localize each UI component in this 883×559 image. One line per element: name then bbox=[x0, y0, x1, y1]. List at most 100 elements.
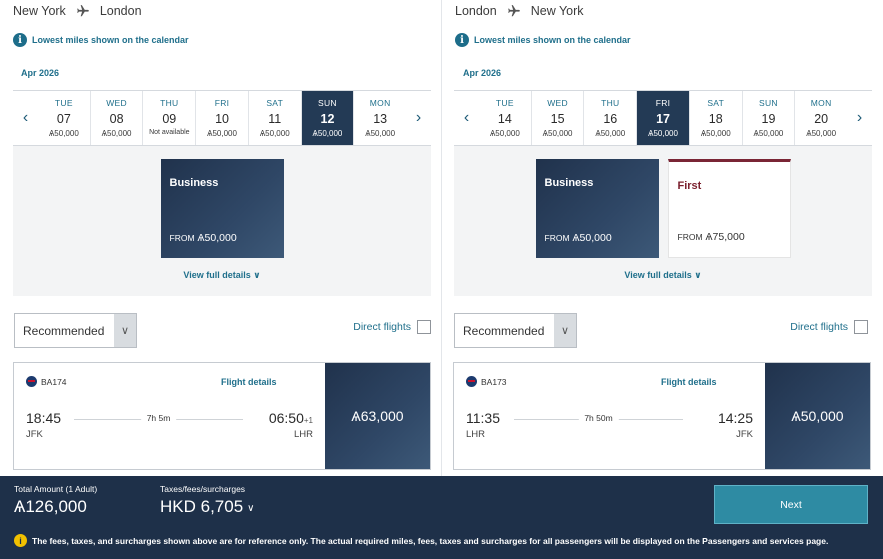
day-number: 11 bbox=[268, 112, 282, 126]
calendar-info-text: Lowest miles shown on the calendar bbox=[474, 35, 631, 45]
day-of-week: MON bbox=[810, 98, 832, 108]
calendar-month: Apr 2026 bbox=[21, 68, 60, 78]
direct-flights-filter[interactable]: Direct flights bbox=[790, 320, 868, 334]
arrival-time-value: 14:25 bbox=[717, 410, 753, 426]
day-number: 19 bbox=[761, 112, 776, 126]
sort-select[interactable]: Recommended ∨ bbox=[454, 313, 577, 348]
flight-details-link[interactable]: Flight details bbox=[221, 377, 277, 387]
fare-from: FROM Ѧ75,000 bbox=[678, 231, 745, 243]
route-header: London New York bbox=[455, 4, 584, 18]
day-number: 17 bbox=[656, 112, 670, 126]
calendar-day[interactable]: TUE 07 Ѧ50,000 bbox=[38, 91, 90, 145]
calendar-day-selected[interactable]: SUN 12 Ѧ50,000 bbox=[300, 91, 354, 145]
flight-price[interactable]: Ѧ63,000 bbox=[325, 363, 430, 469]
chevron-down-icon[interactable]: ∨ bbox=[247, 503, 254, 514]
fare-options: Business FROM Ѧ50,000 View full details ∨ bbox=[13, 146, 431, 296]
flight-result[interactable]: BA174 Flight details 18:45 JFK 7h 5m 06:… bbox=[13, 362, 431, 470]
day-of-week: SAT bbox=[266, 98, 284, 108]
departure-airport: JFK bbox=[26, 429, 43, 440]
day-number: 09 bbox=[162, 112, 177, 126]
calendar-day-selected[interactable]: FRI 17 Ѧ50,000 bbox=[636, 91, 689, 145]
chevron-down-icon[interactable]: ∨ bbox=[554, 314, 576, 347]
calendar-day[interactable]: SUN 19 Ѧ50,000 bbox=[741, 91, 795, 145]
day-number: 18 bbox=[708, 112, 723, 126]
calendar-day[interactable]: THU 16 Ѧ50,000 bbox=[583, 91, 636, 145]
flight-duration-line: 7h 50m bbox=[514, 413, 683, 423]
day-miles: Ѧ50,000 bbox=[489, 129, 520, 138]
fare-price: Ѧ50,000 bbox=[197, 232, 237, 244]
taxes-value[interactable]: HKD 6,705 ∨ bbox=[160, 497, 255, 517]
date-calendar: ‹ TUE 14 Ѧ50,000 WED 15 Ѧ50,000 THU 16 Ѧ50,000… bbox=[454, 90, 872, 146]
departure-time: 11:35 bbox=[466, 410, 500, 426]
day-number: 16 bbox=[603, 112, 618, 126]
plane-icon bbox=[507, 5, 520, 17]
calendar-day[interactable]: SAT 18 Ѧ50,000 bbox=[688, 91, 742, 145]
warning-icon: i bbox=[14, 534, 27, 547]
direct-flights-checkbox[interactable] bbox=[854, 320, 868, 334]
chevron-left-icon[interactable]: ‹ bbox=[13, 91, 38, 145]
route-destination: New York bbox=[530, 4, 584, 18]
day-number: 12 bbox=[320, 112, 335, 126]
day-of-week: TUE bbox=[495, 98, 514, 108]
calendar-day[interactable]: MON 20 Ѧ50,000 bbox=[794, 91, 847, 145]
direct-flights-checkbox[interactable] bbox=[417, 320, 431, 334]
sort-select[interactable]: Recommended ∨ bbox=[14, 313, 137, 348]
day-miles: Ѧ50,000 bbox=[101, 129, 132, 138]
flight-result[interactable]: BA173 Flight details 11:35 LHR 7h 50m 14… bbox=[453, 362, 871, 470]
calendar-day[interactable]: WED 08 Ѧ50,000 bbox=[89, 91, 143, 145]
date-calendar: ‹ TUE 07 Ѧ50,000 WED 08 Ѧ50,000 THU 09 Not ava… bbox=[13, 90, 431, 146]
chevron-left-icon[interactable]: ‹ bbox=[454, 91, 479, 145]
chevron-down-icon: ∨ bbox=[253, 270, 261, 280]
day-of-week: MON bbox=[369, 98, 391, 108]
chevron-right-icon[interactable]: › bbox=[847, 91, 872, 145]
route-destination: London bbox=[99, 4, 142, 18]
view-full-details-link[interactable]: View full details ∨ bbox=[13, 270, 431, 281]
taxes-label: Taxes/fees/surcharges bbox=[160, 484, 246, 494]
fare-options: Business FROM Ѧ50,000 First FROM Ѧ75,000 V… bbox=[454, 146, 872, 296]
chevron-down-icon: ∨ bbox=[694, 270, 702, 280]
chevron-down-icon[interactable]: ∨ bbox=[114, 314, 136, 347]
day-of-week: FRI bbox=[214, 98, 230, 108]
day-miles: Ѧ50,000 bbox=[259, 129, 290, 138]
day-of-week: WED bbox=[547, 98, 568, 108]
calendar-day[interactable]: THU 09 Not available bbox=[142, 91, 195, 145]
fare-cabin: Business bbox=[169, 177, 219, 189]
arrival-time: 14:25 bbox=[718, 410, 753, 426]
day-miles: Ѧ50,000 bbox=[753, 129, 784, 138]
total-amount-value: Ѧ126,000 bbox=[14, 497, 87, 516]
flight-number: BA173 bbox=[481, 376, 507, 387]
arrival-time: 06:50+1 bbox=[269, 410, 313, 426]
fees-notice: i The fees, taxes, and surcharges shown … bbox=[14, 534, 828, 547]
fare-price: Ѧ75,000 bbox=[705, 231, 745, 243]
departure-airport: LHR bbox=[466, 429, 486, 440]
day-miles: Ѧ50,000 bbox=[542, 129, 573, 138]
route-origin: New York bbox=[13, 4, 66, 18]
calendar-info: i Lowest miles shown on the calendar bbox=[455, 33, 631, 47]
day-miles: Ѧ50,000 bbox=[312, 129, 343, 138]
next-button[interactable]: Next bbox=[714, 485, 868, 524]
calendar-info-text: Lowest miles shown on the calendar bbox=[32, 35, 189, 45]
chevron-right-icon[interactable]: › bbox=[406, 91, 431, 145]
fare-card-business[interactable]: Business FROM Ѧ50,000 bbox=[160, 159, 284, 258]
fees-notice-text: The fees, taxes, and surcharges shown ab… bbox=[32, 535, 829, 546]
calendar-day[interactable]: WED 15 Ѧ50,000 bbox=[530, 91, 584, 145]
day-of-week: TUE bbox=[54, 98, 73, 108]
flight-details-link[interactable]: Flight details bbox=[661, 377, 717, 387]
flight-price[interactable]: Ѧ50,000 bbox=[765, 363, 870, 469]
fare-card-business[interactable]: Business FROM Ѧ50,000 bbox=[535, 159, 659, 258]
calendar-day[interactable]: SAT 11 Ѧ50,000 bbox=[247, 91, 301, 145]
day-of-week: WED bbox=[106, 98, 127, 108]
calendar-day[interactable]: FRI 10 Ѧ50,000 bbox=[195, 91, 248, 145]
day-number: 10 bbox=[215, 112, 229, 126]
fare-card-first[interactable]: First FROM Ѧ75,000 bbox=[667, 159, 791, 258]
day-number: 07 bbox=[56, 112, 71, 126]
calendar-day[interactable]: TUE 14 Ѧ50,000 bbox=[479, 91, 531, 145]
arrival-airport: JFK bbox=[736, 429, 753, 440]
calendar-month: Apr 2026 bbox=[463, 68, 502, 78]
arrival-day-offset: +1 bbox=[303, 416, 313, 425]
calendar-day[interactable]: MON 13 Ѧ50,000 bbox=[353, 91, 406, 145]
fare-cabin: First bbox=[677, 180, 702, 192]
view-full-details-link[interactable]: View full details ∨ bbox=[454, 270, 872, 281]
view-details-text: View full details bbox=[183, 270, 251, 280]
direct-flights-filter[interactable]: Direct flights bbox=[353, 320, 431, 334]
